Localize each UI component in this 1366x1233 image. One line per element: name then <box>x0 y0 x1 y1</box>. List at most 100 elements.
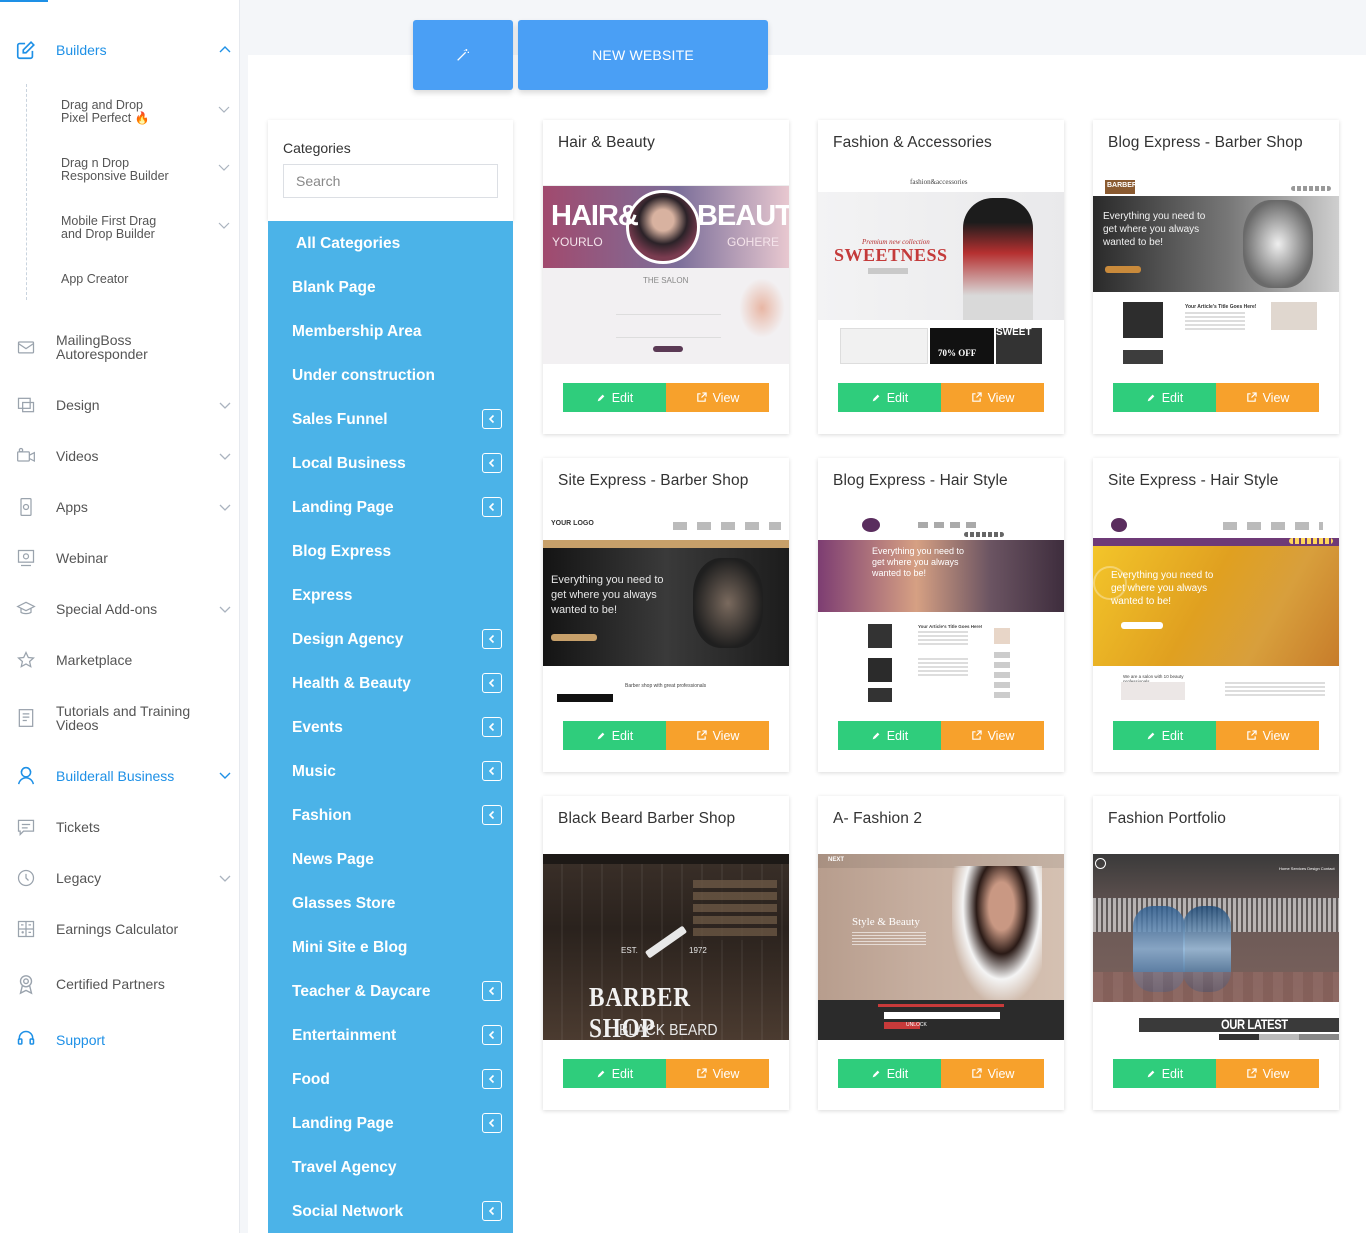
view-label: View <box>1262 1066 1290 1081</box>
sidebar-item-legacy[interactable]: Legacy <box>0 867 240 889</box>
category-item[interactable]: Health & Beauty <box>268 661 513 705</box>
sidebar-item-support[interactable]: Support <box>0 1028 240 1050</box>
template-thumbnail[interactable]: fashion&accessories Premium new collecti… <box>818 178 1064 364</box>
chevron-down-icon <box>218 222 230 229</box>
category-label: Blog Express <box>292 543 392 560</box>
pencil-icon <box>872 732 880 739</box>
category-item[interactable]: Express <box>268 573 513 617</box>
view-button[interactable]: View <box>666 383 769 412</box>
category-item[interactable]: Food <box>268 1057 513 1101</box>
category-item[interactable]: Landing Page <box>268 485 513 529</box>
template-thumbnail[interactable]: HAIR& BEAUTY YOURLO GOHERE THE SALON <box>543 178 789 364</box>
category-item[interactable]: Mini Site e Blog <box>268 925 513 969</box>
sidebar-subitem-pixel-perfect[interactable]: Drag and Drop Pixel Perfect 🔥 <box>61 99 231 129</box>
chevron-left-icon[interactable] <box>482 1025 502 1045</box>
partner-icon <box>14 972 38 996</box>
thumb-text: Everything you need to <box>551 574 664 586</box>
edit-button[interactable]: Edit <box>563 721 666 750</box>
category-item[interactable]: Travel Agency <box>268 1145 513 1189</box>
view-button[interactable]: View <box>666 721 769 750</box>
template-thumbnail[interactable]: Home Services Design Contact OUR LATEST … <box>1093 854 1339 1040</box>
sidebar-item-apps[interactable]: Apps <box>0 496 240 518</box>
edit-label: Edit <box>1161 1066 1184 1081</box>
edit-button[interactable]: Edit <box>838 721 941 750</box>
chevron-left-icon[interactable] <box>482 409 502 429</box>
sidebar-item-special-addons[interactable]: Special Add-ons <box>0 598 240 620</box>
view-button[interactable]: View <box>941 721 1044 750</box>
sidebar-item-design[interactable]: Design <box>0 394 240 416</box>
sidebar-subitem-responsive-builder[interactable]: Drag n Drop Responsive Builder <box>61 157 231 187</box>
category-item[interactable]: Music <box>268 749 513 793</box>
edit-button[interactable]: Edit <box>1113 721 1216 750</box>
sidebar-item-webinar[interactable]: Webinar <box>0 547 240 569</box>
thumb-text: SWEET <box>996 327 1032 338</box>
chevron-left-icon[interactable] <box>482 497 502 517</box>
pencil-icon <box>597 1070 605 1077</box>
category-item[interactable]: Glasses Store <box>268 881 513 925</box>
new-website-button[interactable]: NEW WEBSITE <box>518 20 768 90</box>
view-button[interactable]: View <box>1216 383 1319 412</box>
chevron-left-icon[interactable] <box>482 673 502 693</box>
category-item[interactable]: Social Network <box>268 1189 513 1233</box>
template-thumbnail[interactable]: Everything you need to get where you alw… <box>1093 516 1339 702</box>
category-item[interactable]: Local Business <box>268 441 513 485</box>
category-item[interactable]: Landing Page <box>268 1101 513 1145</box>
sidebar-subitem-mobile-first[interactable]: Mobile First Drag and Drop Builder <box>61 215 231 245</box>
template-thumbnail[interactable]: EST. 1972 BARBER SHOP BLACK BEARD <box>543 854 789 1040</box>
view-button[interactable]: View <box>941 1059 1044 1088</box>
sidebar-item-tutorials[interactable]: Tutorials and Training Videos <box>0 703 240 733</box>
edit-button[interactable]: Edit <box>838 1059 941 1088</box>
view-button[interactable]: View <box>941 383 1044 412</box>
category-item[interactable]: Under construction <box>268 353 513 397</box>
category-item[interactable]: Blog Express <box>268 529 513 573</box>
category-search-input[interactable] <box>283 164 498 198</box>
category-item[interactable]: Blank Page <box>268 265 513 309</box>
magic-wand-button[interactable] <box>413 20 513 90</box>
sidebar-item-tickets[interactable]: Tickets <box>0 816 240 838</box>
edit-button[interactable]: Edit <box>563 1059 666 1088</box>
sidebar-item-certified-partners[interactable]: Certified Partners <box>0 972 240 996</box>
sidebar-item-builderall-business[interactable]: Builderall Business <box>0 764 240 786</box>
template-card: Site Express - Hair Style Everything you… <box>1093 458 1339 772</box>
category-label: Entertainment <box>292 1027 397 1044</box>
template-thumbnail[interactable]: YOUR LOGO Everything you need to get whe… <box>543 516 789 702</box>
category-item[interactable]: Design Agency <box>268 617 513 661</box>
category-item[interactable]: Sales Funnel <box>268 397 513 441</box>
view-button[interactable]: View <box>1216 721 1319 750</box>
chevron-left-icon[interactable] <box>482 453 502 473</box>
sidebar-subitem-app-creator[interactable]: App Creator <box>61 273 231 289</box>
sidebar-item-videos[interactable]: Videos <box>0 445 240 467</box>
category-item[interactable]: Entertainment <box>268 1013 513 1057</box>
category-item[interactable]: News Page <box>268 837 513 881</box>
chevron-left-icon[interactable] <box>482 717 502 737</box>
category-all[interactable]: All Categories <box>268 221 513 265</box>
external-link-icon <box>696 1068 707 1078</box>
edit-button[interactable]: Edit <box>838 383 941 412</box>
template-thumbnail[interactable]: NEXT Style & Beauty UNLOCK <box>818 854 1064 1040</box>
webinar-icon <box>14 546 38 570</box>
chevron-left-icon[interactable] <box>482 805 502 825</box>
sidebar-item-marketplace[interactable]: Marketplace <box>0 649 240 671</box>
pencil-icon <box>597 732 605 739</box>
chevron-left-icon[interactable] <box>482 981 502 1001</box>
chevron-left-icon[interactable] <box>482 629 502 649</box>
category-item[interactable]: Teacher & Daycare <box>268 969 513 1013</box>
thumb-text: THE SALON <box>643 276 689 285</box>
sidebar-item-mailingboss[interactable]: MailingBoss Autoresponder <box>0 332 240 362</box>
template-thumbnail[interactable]: BARBER Everything you need to get where … <box>1093 178 1339 364</box>
sidebar-item-builders[interactable]: Builders <box>0 38 240 62</box>
chevron-left-icon[interactable] <box>482 1069 502 1089</box>
view-button[interactable]: View <box>666 1059 769 1088</box>
category-item[interactable]: Membership Area <box>268 309 513 353</box>
edit-button[interactable]: Edit <box>1113 383 1216 412</box>
chevron-left-icon[interactable] <box>482 761 502 781</box>
template-thumbnail[interactable]: Everything you need to get where you alw… <box>818 516 1064 702</box>
edit-button[interactable]: Edit <box>563 383 666 412</box>
chevron-left-icon[interactable] <box>482 1201 502 1221</box>
category-item[interactable]: Events <box>268 705 513 749</box>
view-button[interactable]: View <box>1216 1059 1319 1088</box>
chevron-left-icon[interactable] <box>482 1113 502 1133</box>
category-item[interactable]: Fashion <box>268 793 513 837</box>
sidebar-item-earnings-calculator[interactable]: Earnings Calculator <box>0 918 240 940</box>
edit-button[interactable]: Edit <box>1113 1059 1216 1088</box>
